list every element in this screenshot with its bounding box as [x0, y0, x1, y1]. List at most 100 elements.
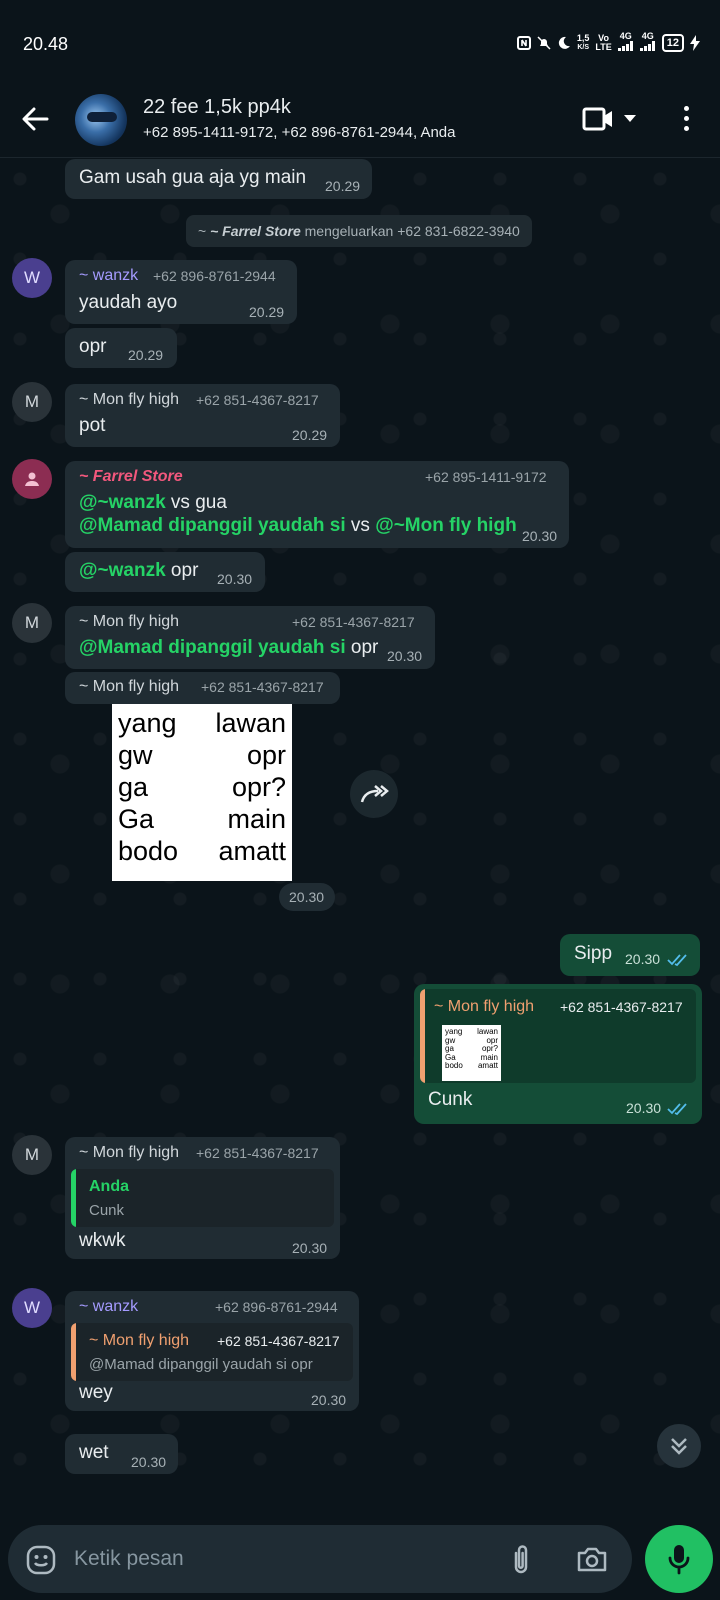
message-bubble[interactable]: Gam usah gua aja yg main 20.29: [65, 159, 372, 199]
quoted-message[interactable]: Anda Cunk: [71, 1169, 334, 1227]
message-time: 20.29: [325, 178, 361, 194]
message-bubble[interactable]: ~ Mon fly high +62 851-4367-8217 pot 20.…: [65, 384, 340, 447]
signal-2: 4G: [639, 32, 656, 53]
message-time: 20.29: [249, 304, 285, 320]
sender-name[interactable]: ~ wanzk: [79, 267, 138, 285]
quote-text: @Mamad dipanggil yaudah si opr: [89, 1356, 313, 1373]
sender-name[interactable]: ~ Mon fly high: [79, 678, 179, 696]
moon-icon: [558, 36, 570, 49]
video-call-icon[interactable]: [582, 107, 614, 131]
mention[interactable]: @~wanzk: [79, 492, 166, 513]
message-text: wey: [79, 1382, 113, 1403]
message-bubble[interactable]: wet 20.30: [65, 1434, 178, 1474]
sender-name[interactable]: ~ Farrel Store: [79, 468, 183, 486]
system-message-text: mengeluarkan +62 831-6822-3940: [300, 223, 520, 239]
image-time-pill: 20.30: [279, 883, 335, 911]
signal-1: 4G: [617, 32, 634, 53]
message-time: 20.30: [217, 571, 253, 587]
avatar[interactable]: M: [12, 382, 52, 422]
system-message: ~ ~ Farrel Store mengeluarkan +62 831-68…: [186, 215, 532, 247]
message-time: 20.30: [292, 1240, 328, 1256]
sender-phone: +62 851-4367-8217: [201, 679, 324, 695]
group-avatar[interactable]: [75, 94, 127, 146]
camera-icon[interactable]: [576, 1545, 608, 1573]
message-time: 20.30: [387, 648, 423, 664]
mention[interactable]: @Mamad dipanggil yaudah si: [79, 637, 346, 658]
status-time: 20.48: [23, 34, 69, 54]
quote-sender: ~ Mon fly high: [89, 1332, 190, 1349]
outgoing-message-bubble[interactable]: Sipp 20.30: [560, 934, 700, 976]
more-options-icon[interactable]: [684, 106, 692, 136]
avatar[interactable]: W: [12, 258, 52, 298]
message-bubble[interactable]: @~wanzk opr 20.30: [65, 552, 265, 592]
message-text: Cunk: [428, 1089, 473, 1110]
quote-phone: +62 851-4367-8217: [560, 999, 683, 1015]
read-receipt-icon: [667, 954, 687, 967]
message-input-container[interactable]: Ketik pesan: [8, 1525, 632, 1593]
message-bubble[interactable]: ~ Farrel Store +62 895-1411-9172 @~wanzk…: [65, 461, 569, 548]
outgoing-message-bubble[interactable]: ~ Mon fly high +62 851-4367-8217 yang law…: [414, 984, 702, 1124]
message-time: 20.30: [131, 1454, 167, 1470]
back-arrow-icon[interactable]: [20, 104, 50, 134]
meme-image[interactable]: yang lawan gw opr ga opr? Ga main bodo amatt: [112, 704, 292, 881]
avatar[interactable]: W: [12, 1288, 52, 1328]
double-chevron-down-icon: [671, 1438, 687, 1455]
group-title[interactable]: 22 fee 1,5k pp4k: [143, 96, 291, 119]
message-text: Sipp: [574, 943, 613, 964]
sender-phone: +62 895-1411-9172: [425, 469, 547, 485]
sender-name[interactable]: ~ wanzk: [79, 1298, 138, 1316]
message-bubble[interactable]: ~ wanzk +62 896-8761-2944 ~ Mon fly high…: [65, 1291, 359, 1411]
avatar[interactable]: M: [12, 1135, 52, 1175]
quoted-message[interactable]: ~ Mon fly high +62 851-4367-8217 yang law…: [420, 989, 696, 1083]
message-text: wkwk: [79, 1230, 126, 1251]
mention[interactable]: @Mamad dipanggil yaudah si: [79, 515, 346, 536]
chat-area[interactable]: Gam usah gua aja yg main 20.29 ~ ~ Farre…: [0, 159, 720, 1520]
volte-indicator: Vo LTE: [595, 32, 612, 52]
message-bubble[interactable]: ~ Mon fly high +62 851-4367-8217 @Mamad …: [65, 606, 435, 669]
system-message-actor: ~ Farrel Store: [210, 223, 301, 239]
sender-phone: +62 896-8761-2944: [153, 268, 276, 284]
message-text: wet: [79, 1442, 109, 1463]
compose-bar: Ketik pesan: [0, 1520, 720, 1600]
battery-indicator: 12: [661, 33, 684, 52]
scroll-to-bottom-button[interactable]: [657, 1424, 701, 1468]
image-message-header[interactable]: ~ Mon fly high +62 851-4367-8217: [65, 672, 340, 704]
group-members[interactable]: +62 895-1411-9172, +62 896-8761-2944, An…: [143, 124, 456, 141]
message-time: 20.30: [626, 1100, 662, 1116]
microphone-icon: [668, 1545, 690, 1575]
attachment-icon[interactable]: [508, 1543, 534, 1575]
sender-name[interactable]: ~ Mon fly high: [79, 1144, 179, 1162]
quote-image-thumbnail: yang lawan gw opr ga opr? Ga main bodo amatt: [442, 1025, 501, 1081]
forward-button[interactable]: [350, 770, 398, 818]
sender-name[interactable]: ~ Mon fly high: [79, 613, 179, 631]
sender-phone: +62 896-8761-2944: [215, 1299, 338, 1315]
sender-name[interactable]: ~ Mon fly high: [79, 391, 179, 409]
avatar[interactable]: M: [12, 603, 52, 643]
message-bubble[interactable]: ~ wanzk +62 896-8761-2944 yaudah ayo 20.…: [65, 260, 297, 324]
nfc-icon: [516, 35, 531, 50]
quote-sender: Anda: [89, 1178, 129, 1195]
avatar[interactable]: [12, 459, 52, 499]
message-input[interactable]: Ketik pesan: [74, 1547, 184, 1571]
read-receipt-icon: [667, 1103, 687, 1116]
message-text: @~wanzk vs gua: [79, 492, 227, 513]
message-text: pot: [79, 415, 106, 436]
emoji-icon[interactable]: [26, 1545, 56, 1575]
quote-phone: +62 851-4367-8217: [217, 1333, 340, 1349]
system-icons: 1,5 K/S Vo LTE 4G 4G 12: [516, 32, 700, 53]
mention[interactable]: @~Mon fly high: [375, 515, 517, 536]
message-bubble[interactable]: ~ Mon fly high +62 851-4367-8217 Anda Cu…: [65, 1137, 340, 1259]
message-bubble[interactable]: opr 20.29: [65, 328, 177, 368]
voice-message-button[interactable]: [645, 1525, 713, 1593]
mute-bell-icon: [537, 35, 551, 50]
quoted-message[interactable]: ~ Mon fly high +62 851-4367-8217 @Mamad …: [71, 1323, 353, 1381]
message-text: opr: [79, 336, 107, 357]
chat-header: 22 fee 1,5k pp4k +62 895-1411-9172, +62 …: [0, 80, 720, 158]
sender-phone: +62 851-4367-8217: [292, 614, 415, 630]
message-text: @Mamad dipanggil yaudah si opr: [79, 637, 379, 658]
chevron-down-icon[interactable]: [624, 115, 636, 122]
mention[interactable]: @~wanzk: [79, 560, 166, 581]
quote-sender: ~ Mon fly high: [434, 998, 535, 1015]
message-time: 20.29: [128, 347, 164, 363]
message-time: 20.29: [292, 427, 328, 443]
